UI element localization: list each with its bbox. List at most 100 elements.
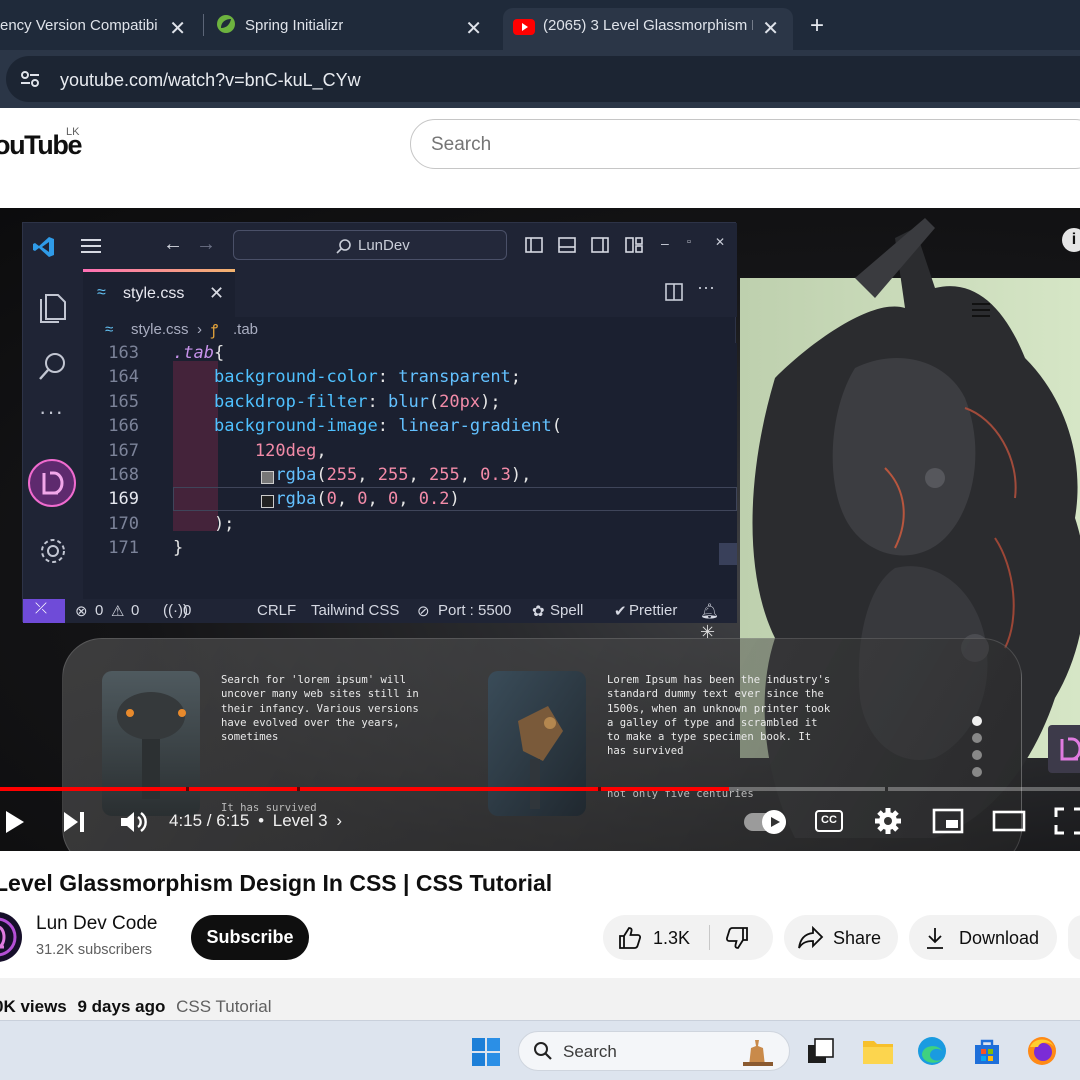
captions-icon[interactable]: CC (815, 810, 843, 832)
video-player[interactable]: i Search for 'lorem ipsum' will uncover … (0, 208, 1080, 851)
play-icon[interactable] (4, 809, 26, 835)
prettier[interactable]: Prettier (629, 602, 677, 619)
video-title: Level Glassmorphism Design In CSS | CSS … (0, 870, 553, 896)
hashtag[interactable]: CSS Tutorial (176, 997, 271, 1016)
line-number: 169 (108, 489, 139, 510)
split-editor-icon[interactable] (665, 283, 683, 301)
firefox-icon[interactable] (1026, 1035, 1058, 1067)
code-line[interactable]: .tab{ (173, 343, 224, 363)
site-settings-icon[interactable] (20, 70, 40, 88)
search-box[interactable]: Search (410, 119, 1080, 169)
url-text[interactable]: youtube.com/watch?v=bnC-kuL_CYw (60, 70, 361, 91)
new-tab-button[interactable]: + (810, 12, 824, 40)
browser-tab-active[interactable]: (2065) 3 Level Glassmorphism D ✕ (503, 8, 793, 50)
forward-arrow-icon[interactable]: → (196, 233, 216, 256)
video-progress-bar[interactable] (0, 787, 1080, 791)
download-button[interactable]: Download (909, 915, 1057, 960)
chapter-title[interactable]: Level 3 (273, 811, 328, 830)
code-line[interactable]: 120deg, (173, 441, 327, 461)
search-icon[interactable] (38, 351, 68, 381)
toggle-panel-icon[interactable] (558, 237, 576, 253)
code-editor[interactable]: 163 .tab{164 background-color: transparen… (83, 343, 737, 599)
explorer-icon[interactable] (38, 289, 68, 323)
channel-name[interactable]: Lun Dev Code (36, 913, 157, 935)
share-button[interactable]: Share (784, 915, 898, 960)
chevron-right-icon[interactable]: › (336, 811, 342, 830)
autoplay-toggle[interactable] (744, 810, 786, 834)
share-label: Share (833, 928, 882, 948)
code-line[interactable]: rgba(255, 255, 255, 0.3), (173, 465, 531, 485)
info-icon[interactable]: i (1062, 228, 1080, 252)
more-actions-button[interactable] (1068, 915, 1080, 960)
minimize-icon[interactable]: – (661, 235, 669, 251)
remote-indicator[interactable]: ⤫ (23, 599, 65, 623)
browser-tab[interactable]: ency Version Compatibi ✕ (0, 8, 200, 50)
settings-gear-icon[interactable] (874, 807, 902, 835)
customize-layout-icon[interactable] (625, 237, 643, 253)
close-tab-icon[interactable]: ✕ (762, 16, 779, 41)
fullscreen-icon[interactable] (1054, 807, 1080, 835)
code-line[interactable]: background-image: linear-gradient( (173, 416, 562, 436)
live-server-port[interactable]: Port : 5500 (438, 602, 511, 619)
like-icon[interactable] (618, 926, 642, 950)
browser-tab[interactable]: Spring Initializr ✕ (206, 8, 496, 50)
back-arrow-icon[interactable]: ← (163, 233, 183, 256)
next-icon[interactable] (62, 810, 86, 834)
port-count[interactable]: 0 (183, 602, 191, 619)
toggle-secondary-sidebar-icon[interactable] (591, 237, 609, 253)
color-swatch-icon[interactable] (261, 471, 274, 484)
hamburger-menu-icon[interactable] (81, 239, 101, 253)
theater-mode-icon[interactable] (992, 810, 1026, 832)
close-tab-icon[interactable]: ✕ (465, 16, 482, 41)
code-line[interactable]: } (173, 538, 183, 558)
color-swatch-icon[interactable] (261, 495, 274, 509)
vscode-titlebar: ← → LunDev – ▫ ✕ (23, 223, 737, 269)
close-window-icon[interactable]: ✕ (715, 235, 725, 249)
channel-avatar[interactable] (0, 912, 22, 962)
subscribe-button[interactable]: Subscribe (191, 915, 309, 960)
minimap-slider[interactable] (719, 543, 737, 565)
close-tab-icon[interactable]: ✕ (169, 16, 186, 41)
tab-style-css[interactable]: ≈ style.css ✕ (83, 269, 235, 317)
omnibox[interactable]: youtube.com/watch?v=bnC-kuL_CYw (6, 56, 1080, 102)
lundev-extension-icon[interactable] (28, 459, 76, 507)
close-tab-icon[interactable]: ✕ (209, 283, 224, 304)
dislike-icon[interactable] (725, 926, 749, 950)
notifications-bell-icon[interactable]: 🔔︎ (700, 602, 719, 620)
toggle-primary-sidebar-icon[interactable] (525, 237, 543, 253)
microsoft-store-icon[interactable] (972, 1036, 1002, 1066)
chapter-marker (598, 787, 601, 791)
code-line[interactable]: background-color: transparent; (173, 367, 521, 387)
breadcrumb-symbol[interactable]: .tab (233, 321, 258, 338)
code-line[interactable]: backdrop-filter: blur(20px); (173, 392, 501, 412)
slider-dot-active[interactable] (972, 716, 982, 726)
miniplayer-icon[interactable] (932, 808, 964, 834)
code-line[interactable]: ); (173, 514, 234, 534)
settings-gear-icon[interactable] (37, 535, 69, 567)
volume-icon[interactable] (119, 808, 147, 836)
spell-check[interactable]: Spell (550, 602, 583, 619)
tab-title: (2065) 3 Level Glassmorphism D (543, 17, 753, 34)
warning-count[interactable]: 0 (131, 602, 139, 619)
maximize-icon[interactable]: ▫ (687, 236, 691, 248)
task-view-icon[interactable] (806, 1037, 836, 1065)
eol-indicator[interactable]: CRLF (257, 602, 296, 619)
error-count[interactable]: 0 (95, 602, 103, 619)
like-count[interactable]: 1.3K (653, 928, 690, 949)
menu-icon[interactable] (972, 303, 990, 317)
channel-watermark[interactable] (1048, 725, 1080, 773)
breadcrumb-file[interactable]: style.css (131, 321, 189, 338)
language-mode[interactable]: Tailwind CSS (311, 602, 399, 619)
more-actions-icon[interactable]: ··· (697, 277, 715, 298)
command-center[interactable]: LunDev (233, 230, 507, 260)
taskbar-search[interactable]: Search (518, 1031, 790, 1071)
more-icon[interactable]: ··· (39, 399, 64, 425)
slider-dot[interactable] (972, 750, 982, 760)
file-explorer-icon[interactable] (862, 1037, 894, 1065)
code-line[interactable]: rgba(0, 0, 0, 0.2) (173, 489, 459, 509)
slider-dot[interactable] (972, 767, 982, 777)
windows-start-icon[interactable] (471, 1037, 501, 1067)
slider-dot[interactable] (972, 733, 982, 743)
search-input[interactable]: Search (431, 134, 491, 156)
edge-browser-icon[interactable] (916, 1035, 948, 1067)
